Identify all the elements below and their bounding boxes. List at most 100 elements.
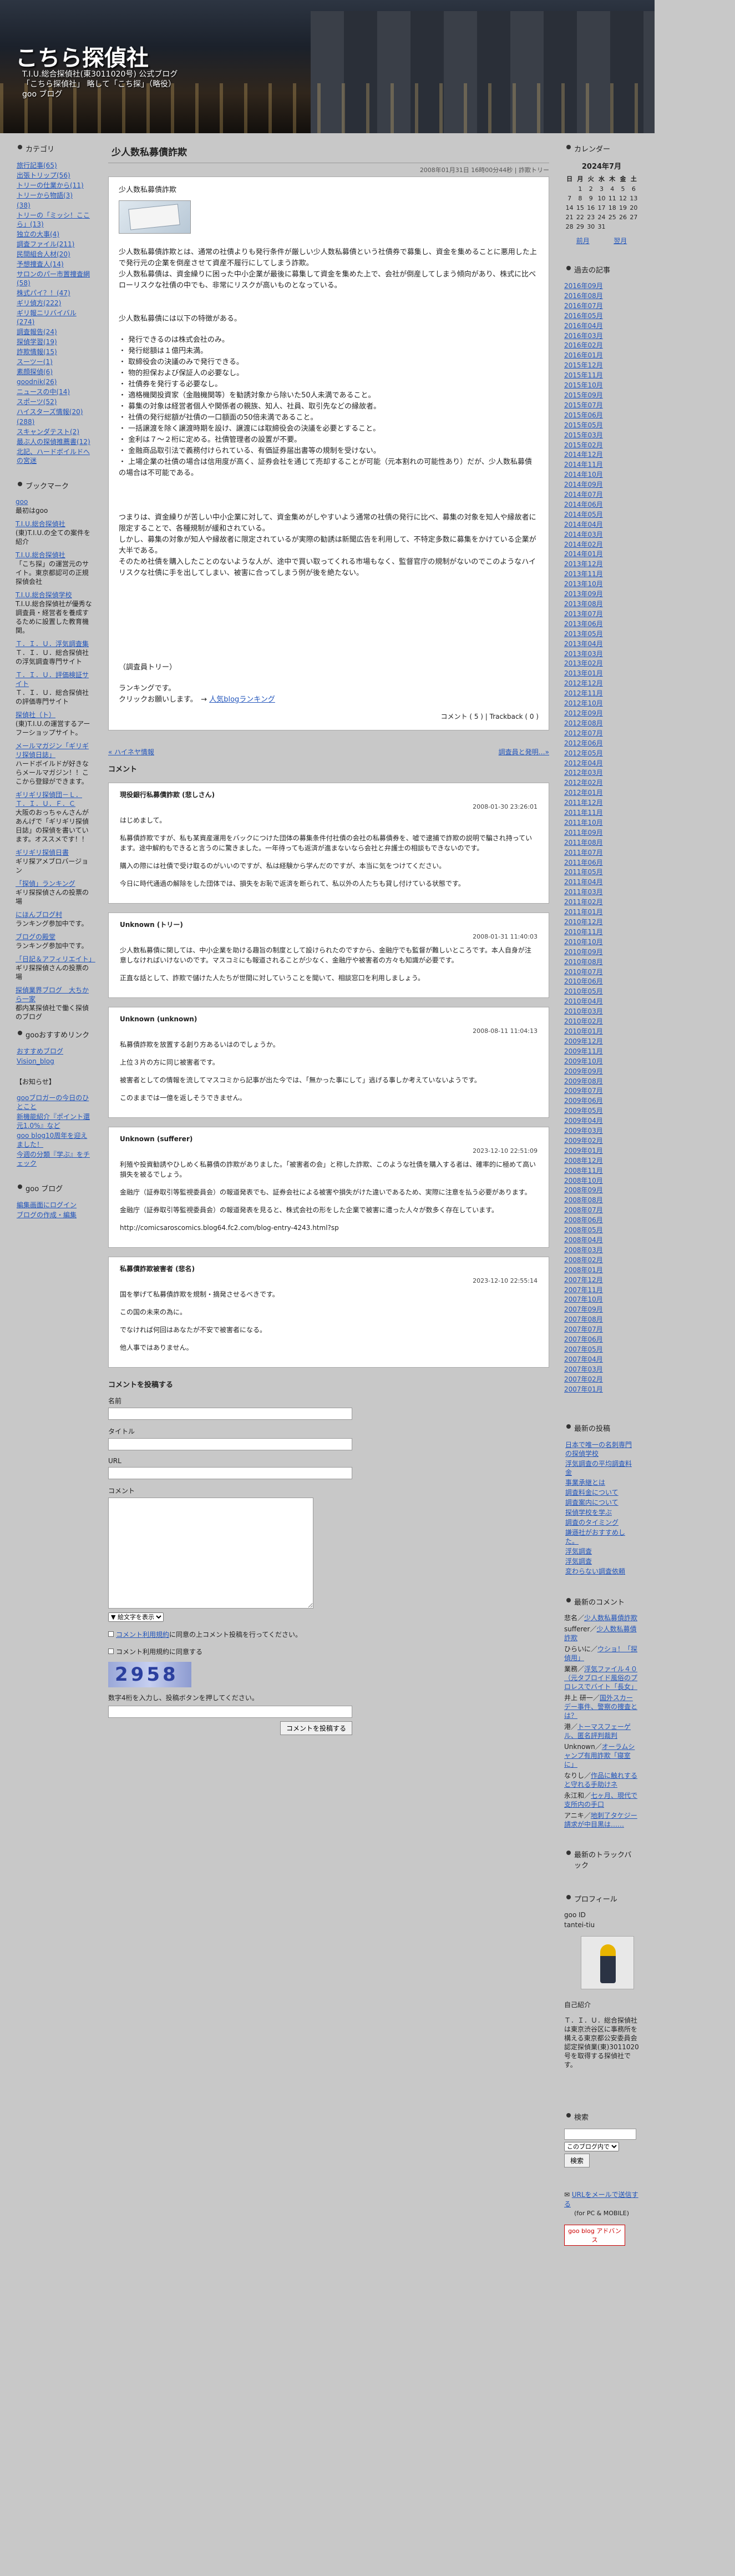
calendar-day[interactable]: 28 (564, 222, 575, 231)
calendar-day[interactable]: 21 (564, 213, 575, 222)
archive-item-link[interactable]: 2009年05月 (564, 1107, 603, 1115)
archive-item-link[interactable]: 2009年06月 (564, 1097, 603, 1105)
oshirase-item-link[interactable]: 今週の分類『学ぶ』をチェック (17, 1151, 90, 1167)
archive-item-link[interactable]: 2012年05月 (564, 749, 603, 757)
archive-item-link[interactable]: 2009年07月 (564, 1087, 603, 1095)
archive-item-link[interactable]: 2014年09月 (564, 481, 603, 488)
archive-item-link[interactable]: 2010年05月 (564, 987, 603, 995)
archive-item-link[interactable]: 2008年10月 (564, 1177, 603, 1184)
bookmark-link[interactable]: ギリギリ探偵団－Ｌ．Ｔ．Ｉ．Ｕ．Ｆ．Ｃ (16, 791, 82, 808)
search-scope-select[interactable]: このブログ内で (564, 2141, 619, 2151)
archive-item-link[interactable]: 2008年07月 (564, 1206, 603, 1214)
checkbox-icon[interactable] (108, 1631, 114, 1637)
emoji-select[interactable]: ▼ 絵文字を表示 (108, 1612, 164, 1622)
archive-item-link[interactable]: 2008年06月 (564, 1216, 603, 1224)
recent-post-item-link[interactable]: 変わらない調査依頼 (565, 1567, 625, 1575)
archive-item-link[interactable]: 2014年07月 (564, 491, 603, 498)
calendar-day[interactable]: 26 (617, 213, 628, 222)
prev-entry-link[interactable]: « ハイネヤ情報 (108, 747, 154, 757)
archive-item-link[interactable]: 2014年02月 (564, 541, 603, 548)
archive-item-link[interactable]: 2016年07月 (564, 302, 603, 310)
category-item-link[interactable]: 調査報告(24) (17, 328, 57, 336)
recent-comment-link[interactable]: 少人数私募債詐欺 (584, 1614, 637, 1622)
archive-item-link[interactable]: 2008年01月 (564, 1266, 603, 1274)
bookmark-link[interactable]: ギリギリ探偵日書 (16, 849, 69, 856)
archive-item-link[interactable]: 2010年01月 (564, 1027, 603, 1035)
bookmark-link[interactable]: 「日記＆アフィリエイト」 (16, 955, 95, 963)
bookmark-link[interactable]: ブログの殿堂 (16, 933, 55, 941)
recent-post-item-link[interactable]: 日本で唯一の名刺専門の探偵学校 (565, 1441, 632, 1458)
ranking-link[interactable]: 人気blogランキング (209, 695, 275, 704)
category-item-link[interactable]: スポーツ(52) (17, 398, 57, 406)
category-item-link[interactable]: (38) (17, 201, 31, 209)
archive-item-link[interactable]: 2008年04月 (564, 1236, 603, 1244)
calendar-day[interactable]: 20 (628, 203, 639, 213)
archive-item-link[interactable]: 2011年02月 (564, 898, 603, 906)
calendar-day[interactable]: 27 (628, 213, 639, 222)
archive-item-link[interactable]: 2013年07月 (564, 610, 603, 618)
archive-item-link[interactable]: 2015年09月 (564, 391, 603, 399)
calendar-day[interactable]: 4 (607, 184, 617, 194)
calendar-day[interactable]: 11 (607, 194, 617, 203)
calendar-day[interactable]: 25 (607, 213, 617, 222)
calendar-day[interactable]: 12 (617, 194, 628, 203)
archive-item-link[interactable]: 2008年09月 (564, 1186, 603, 1194)
archive-item-link[interactable]: 2013年01月 (564, 669, 603, 677)
next-month-link[interactable]: 翌月 (614, 236, 627, 245)
bookmark-link[interactable]: goo (16, 498, 28, 506)
calendar-day[interactable]: 3 (596, 184, 607, 194)
category-item-link[interactable]: トリーの「ミッシ！ここら」(13) (17, 211, 90, 228)
title-input[interactable] (108, 1438, 352, 1450)
archive-item-link[interactable]: 2008年03月 (564, 1246, 603, 1254)
calendar-day[interactable]: 17 (596, 203, 607, 213)
bookmark-link[interactable]: 探偵社（ト） (16, 711, 55, 719)
category-item-link[interactable]: サロンのパー市置捜査網(58) (17, 270, 90, 287)
category-item-link[interactable]: 出張トリップ(56) (17, 172, 70, 179)
category-item-link[interactable]: (288) (17, 418, 34, 426)
archive-item-link[interactable]: 2014年04月 (564, 521, 603, 528)
archive-item-link[interactable]: 2009年02月 (564, 1137, 603, 1145)
archive-item-link[interactable]: 2009年12月 (564, 1037, 603, 1045)
goo-blog-badge[interactable]: goo blog アドバンス (564, 2224, 625, 2246)
archive-item-link[interactable]: 2013年10月 (564, 580, 603, 588)
archive-item-link[interactable]: 2007年07月 (564, 1325, 603, 1333)
archive-item-link[interactable]: 2014年05月 (564, 511, 603, 518)
archive-item-link[interactable]: 2013年06月 (564, 620, 603, 628)
search-button[interactable]: 検索 (564, 2153, 590, 2167)
archive-item-link[interactable]: 2009年01月 (564, 1147, 603, 1155)
archive-item-link[interactable]: 2010年04月 (564, 997, 603, 1005)
category-item-link[interactable]: 詐欺情報(15) (17, 348, 57, 356)
category-item-link[interactable]: 旅行記事(65) (17, 162, 57, 169)
profile-avatar[interactable] (581, 1935, 634, 1989)
archive-item-link[interactable]: 2014年12月 (564, 451, 603, 458)
archive-item-link[interactable]: 2013年12月 (564, 560, 603, 568)
archive-item-link[interactable]: 2011年12月 (564, 799, 603, 806)
archive-item-link[interactable]: 2010年03月 (564, 1007, 603, 1015)
archive-item-link[interactable]: 2012年12月 (564, 679, 603, 687)
recent-comment-link[interactable]: トーマスフェーゲル、匿名評判裁判 (564, 1723, 631, 1740)
entry-image[interactable] (119, 200, 191, 234)
calendar-day[interactable]: 7 (564, 194, 575, 203)
archive-item-link[interactable]: 2007年06月 (564, 1335, 603, 1343)
archive-item-link[interactable]: 2010年10月 (564, 938, 603, 946)
category-item-link[interactable]: トリーから物語(3) (17, 191, 73, 199)
recent-post-item-link[interactable]: 調査料金について (565, 1489, 619, 1496)
archive-item-link[interactable]: 2014年01月 (564, 550, 603, 558)
url-input[interactable] (108, 1467, 352, 1479)
archive-item-link[interactable]: 2012年09月 (564, 709, 603, 717)
archive-item-link[interactable]: 2012年03月 (564, 769, 603, 777)
category-item-link[interactable]: スーツー(1) (17, 358, 53, 366)
calendar-day[interactable]: 23 (586, 213, 596, 222)
mail-link[interactable]: URLをメールで送信する (564, 2191, 638, 2208)
archive-item-link[interactable]: 2011年01月 (564, 908, 603, 916)
archive-item-link[interactable]: 2016年02月 (564, 341, 603, 349)
archive-item-link[interactable]: 2012年02月 (564, 779, 603, 787)
blog-title[interactable]: こちら探偵社 (16, 40, 149, 72)
bookmark-link[interactable]: Ｔ．Ｉ．Ｕ．評価検証サイト (16, 671, 89, 688)
calendar-day[interactable]: 31 (596, 222, 607, 231)
archive-item-link[interactable]: 2009年09月 (564, 1067, 603, 1075)
recent-post-item-link[interactable]: 浮気調査 (565, 1557, 592, 1565)
category-item-link[interactable]: ニュースの中(14) (17, 388, 70, 396)
archive-item-link[interactable]: 2010年12月 (564, 918, 603, 926)
archive-item-link[interactable]: 2016年01月 (564, 351, 603, 359)
